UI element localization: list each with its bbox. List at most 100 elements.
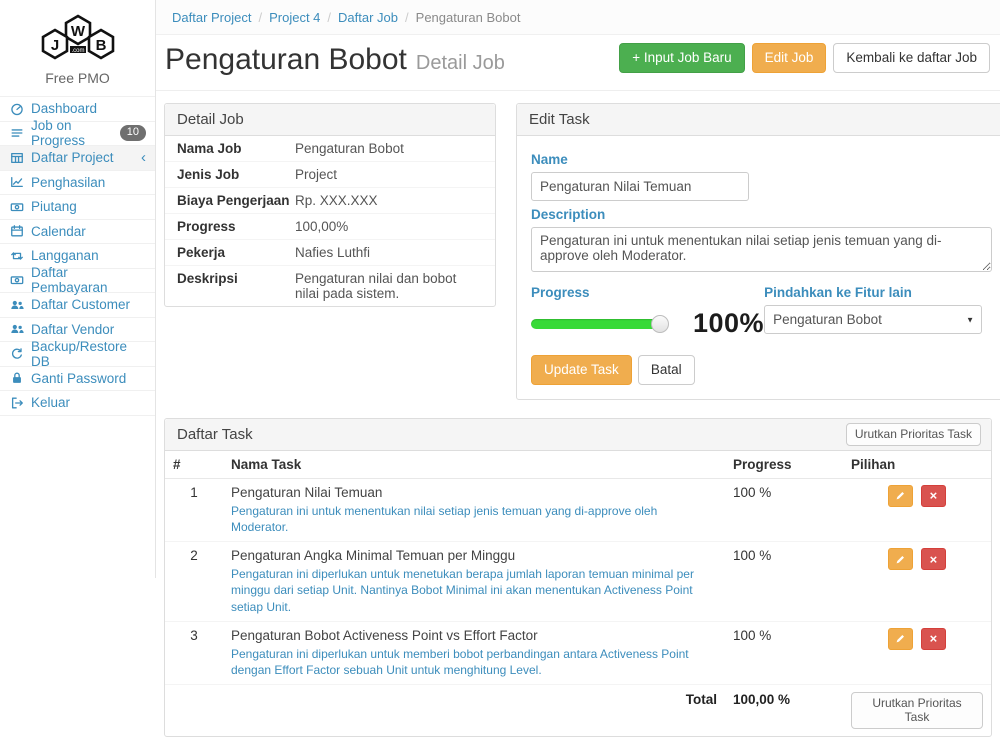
- detail-job-panel: Detail Job Nama JobPengaturan Bobot Jeni…: [164, 103, 496, 307]
- sidebar-item-label: Job on Progress: [31, 118, 113, 148]
- batal-button[interactable]: Batal: [638, 355, 695, 385]
- x-icon: ×: [930, 552, 938, 567]
- chevron-left-icon: ‹: [141, 152, 146, 164]
- line-chart-icon: [9, 175, 24, 190]
- sidebar-item-label: Daftar Project: [31, 150, 114, 165]
- sidebar-item-daftar-customer[interactable]: Daftar Customer: [0, 293, 155, 318]
- app-window: W J B .com Free PMO Dashboard Job on Pro…: [0, 0, 1000, 578]
- edit-job-button[interactable]: Edit Job: [752, 43, 827, 73]
- name-label: Name: [531, 152, 992, 167]
- edit-task-button[interactable]: [888, 485, 913, 507]
- detail-value: Pengaturan Bobot: [295, 141, 483, 156]
- task-total-row: Total 100,00 % Urutkan Prioritas Task: [165, 685, 991, 736]
- sidebar-item-keluar[interactable]: Keluar: [0, 391, 155, 416]
- breadcrumb-separator: /: [405, 10, 409, 25]
- sidebar-item-job-on-progress[interactable]: Job on Progress 10: [0, 122, 155, 147]
- detail-row: DeskripsiPengaturan nilai dan bobot nila…: [165, 266, 495, 306]
- detail-value: Nafies Luthfi: [295, 245, 483, 260]
- description-label: Description: [531, 207, 992, 222]
- page-title: Pengaturan Bobot: [165, 43, 407, 77]
- detail-value: 100,00%: [295, 219, 483, 234]
- breadcrumb: Daftar Project / Project 4 / Daftar Job …: [156, 0, 1000, 35]
- task-description: Pengaturan ini diperlukan untuk memberi …: [231, 646, 717, 678]
- detail-row: PekerjaNafies Luthfi: [165, 240, 495, 266]
- page-header: Pengaturan Bobot Detail Job + Input Job …: [156, 35, 1000, 91]
- task-name: Pengaturan Angka Minimal Temuan per Ming…: [231, 548, 717, 563]
- task-progress: 100 %: [725, 621, 843, 684]
- dashboard-icon: [9, 101, 24, 116]
- detail-value: Project: [295, 167, 483, 182]
- urutkan-prioritas-task-button-bottom[interactable]: Urutkan Prioritas Task: [851, 692, 983, 729]
- task-progress: 100 %: [725, 542, 843, 622]
- edit-task-button[interactable]: [888, 628, 913, 650]
- svg-text:.com: .com: [71, 48, 84, 54]
- jwb-logo-icon: W J B .com: [32, 8, 124, 66]
- total-label: Total: [223, 685, 725, 736]
- urutkan-prioritas-task-button-top[interactable]: Urutkan Prioritas Task: [846, 423, 981, 445]
- sidebar-item-piutang[interactable]: Piutang: [0, 195, 155, 220]
- sidebar-item-calendar[interactable]: Calendar: [0, 220, 155, 245]
- progress-percent-value: 100%: [693, 308, 764, 339]
- sidebar-item-ganti-password[interactable]: Ganti Password: [0, 367, 155, 392]
- sidebar: W J B .com Free PMO Dashboard Job on Pro…: [0, 0, 156, 578]
- svg-text:W: W: [70, 23, 85, 40]
- sidebar-item-label: Backup/Restore DB: [31, 339, 146, 369]
- retweet-icon: [9, 248, 24, 263]
- total-progress-value: 100,00 %: [725, 685, 843, 736]
- breadcrumb-link-daftar-job[interactable]: Daftar Job: [338, 10, 398, 25]
- sidebar-item-daftar-project[interactable]: Daftar Project ‹: [0, 146, 155, 171]
- sidebar-item-daftar-pembayaran[interactable]: Daftar Pembayaran: [0, 269, 155, 294]
- column-header-no: #: [165, 451, 223, 479]
- app-name: Free PMO: [0, 70, 155, 86]
- job-count-badge: 10: [120, 125, 146, 141]
- delete-task-button[interactable]: ×: [921, 628, 946, 650]
- detail-row: Progress100,00%: [165, 214, 495, 240]
- move-feature-label: Pindahkan ke Fitur lain: [764, 285, 992, 300]
- move-feature-select[interactable]: Pengaturan Bobot: [764, 305, 982, 334]
- task-table-header-row: # Nama Task Progress Pilihan: [165, 451, 991, 479]
- sidebar-item-penghasilan[interactable]: Penghasilan: [0, 171, 155, 196]
- sidebar-item-label: Piutang: [31, 199, 77, 214]
- detail-value: Pengaturan nilai dan bobot nilai pada si…: [295, 271, 483, 301]
- detail-label: Biaya Pengerjaan: [177, 193, 295, 208]
- sign-out-icon: [9, 395, 24, 410]
- task-description-textarea[interactable]: Pengaturan ini untuk menentukan nilai se…: [531, 227, 992, 272]
- update-task-button[interactable]: Update Task: [531, 355, 632, 385]
- tasks-icon: [9, 126, 24, 141]
- edit-task-button[interactable]: [888, 548, 913, 570]
- brand-logo-box: W J B .com Free PMO: [0, 0, 155, 97]
- task-number: 3: [165, 621, 223, 684]
- page-subtitle: Detail Job: [416, 52, 505, 75]
- sidebar-item-label: Ganti Password: [31, 371, 126, 386]
- breadcrumb-separator: /: [327, 10, 331, 25]
- progress-slider[interactable]: [531, 319, 661, 329]
- sidebar-item-label: Daftar Vendor: [31, 322, 114, 337]
- detail-label: Nama Job: [177, 141, 295, 156]
- detail-value: Rp. XXX.XXX: [295, 193, 483, 208]
- task-name: Pengaturan Nilai Temuan: [231, 485, 717, 500]
- kembali-ke-daftar-job-button[interactable]: Kembali ke daftar Job: [833, 43, 990, 73]
- breadcrumb-current: Pengaturan Bobot: [416, 10, 521, 25]
- task-name-input[interactable]: [531, 172, 749, 201]
- breadcrumb-link-daftar-project[interactable]: Daftar Project: [172, 10, 251, 25]
- refresh-icon: [9, 346, 24, 361]
- input-job-baru-button[interactable]: + Input Job Baru: [619, 43, 744, 73]
- users-icon: [9, 297, 24, 312]
- delete-task-button[interactable]: ×: [921, 485, 946, 507]
- edit-task-panel-title: Edit Task: [517, 104, 1000, 136]
- sidebar-item-backup-restore-db[interactable]: Backup/Restore DB: [0, 342, 155, 367]
- sidebar-item-label: Daftar Customer: [31, 297, 130, 312]
- sidebar-item-label: Calendar: [31, 224, 86, 239]
- daftar-task-panel-title: Daftar Task: [177, 426, 253, 443]
- sidebar-item-label: Keluar: [31, 395, 70, 410]
- x-icon: ×: [930, 488, 938, 503]
- progress-slider-handle[interactable]: [651, 315, 669, 333]
- breadcrumb-link-project-4[interactable]: Project 4: [269, 10, 320, 25]
- task-row: 1 Pengaturan Nilai Temuan Pengaturan ini…: [165, 478, 991, 541]
- detail-label: Pekerja: [177, 245, 295, 260]
- edit-task-panel: Edit Task Name Description Pengaturan in…: [516, 103, 1000, 400]
- task-number: 1: [165, 478, 223, 541]
- column-header-progress: Progress: [725, 451, 843, 479]
- column-header-pilihan: Pilihan: [843, 451, 991, 479]
- delete-task-button[interactable]: ×: [921, 548, 946, 570]
